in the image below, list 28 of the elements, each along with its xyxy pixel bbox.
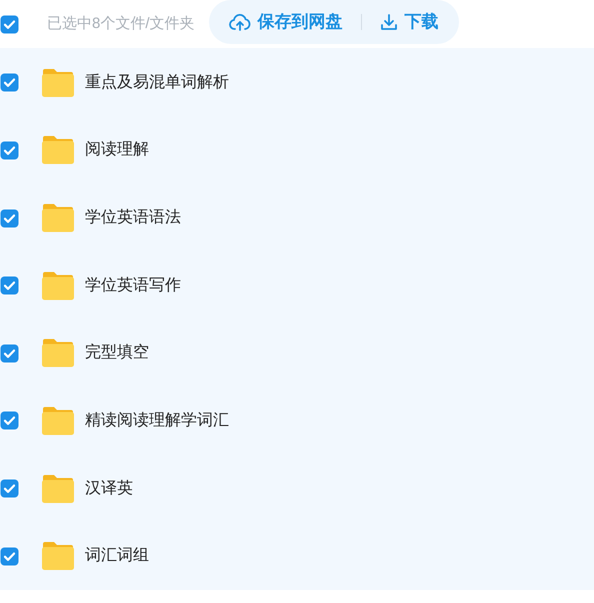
cloud-upload-icon [228,13,251,31]
checkbox[interactable] [0,344,19,363]
folder-name[interactable]: 学位英语写作 [85,274,181,298]
folder-icon [41,406,75,436]
folder-icon [41,135,75,166]
folder-name[interactable]: 阅读理解 [85,138,149,162]
checkbox[interactable] [0,140,19,160]
folder-name[interactable]: 学位英语语法 [85,206,181,230]
folder-icon [41,338,75,368]
selection-count: 已选中8个文件/文件夹 [47,14,195,34]
folder-name[interactable]: 精读阅读理解学词汇 [85,408,229,433]
folder-icon [41,270,75,301]
download-icon [380,13,398,31]
checkbox[interactable] [0,208,19,228]
checkbox[interactable] [0,411,19,430]
checkbox[interactable] [0,479,19,498]
folder-name[interactable]: 完型填空 [85,341,149,366]
folder-name[interactable]: 汉译英 [85,476,133,501]
folder-icon [41,68,75,98]
folder-icon [41,203,75,234]
checkbox[interactable] [0,14,19,34]
checkbox[interactable] [0,73,19,92]
folder-icon [41,474,75,504]
checkbox[interactable] [0,546,19,566]
folder-name[interactable]: 词汇词组 [85,544,149,568]
folder-icon [41,541,75,572]
folder-name[interactable]: 重点及易混单词解析 [85,70,229,95]
checkbox[interactable] [0,276,19,296]
